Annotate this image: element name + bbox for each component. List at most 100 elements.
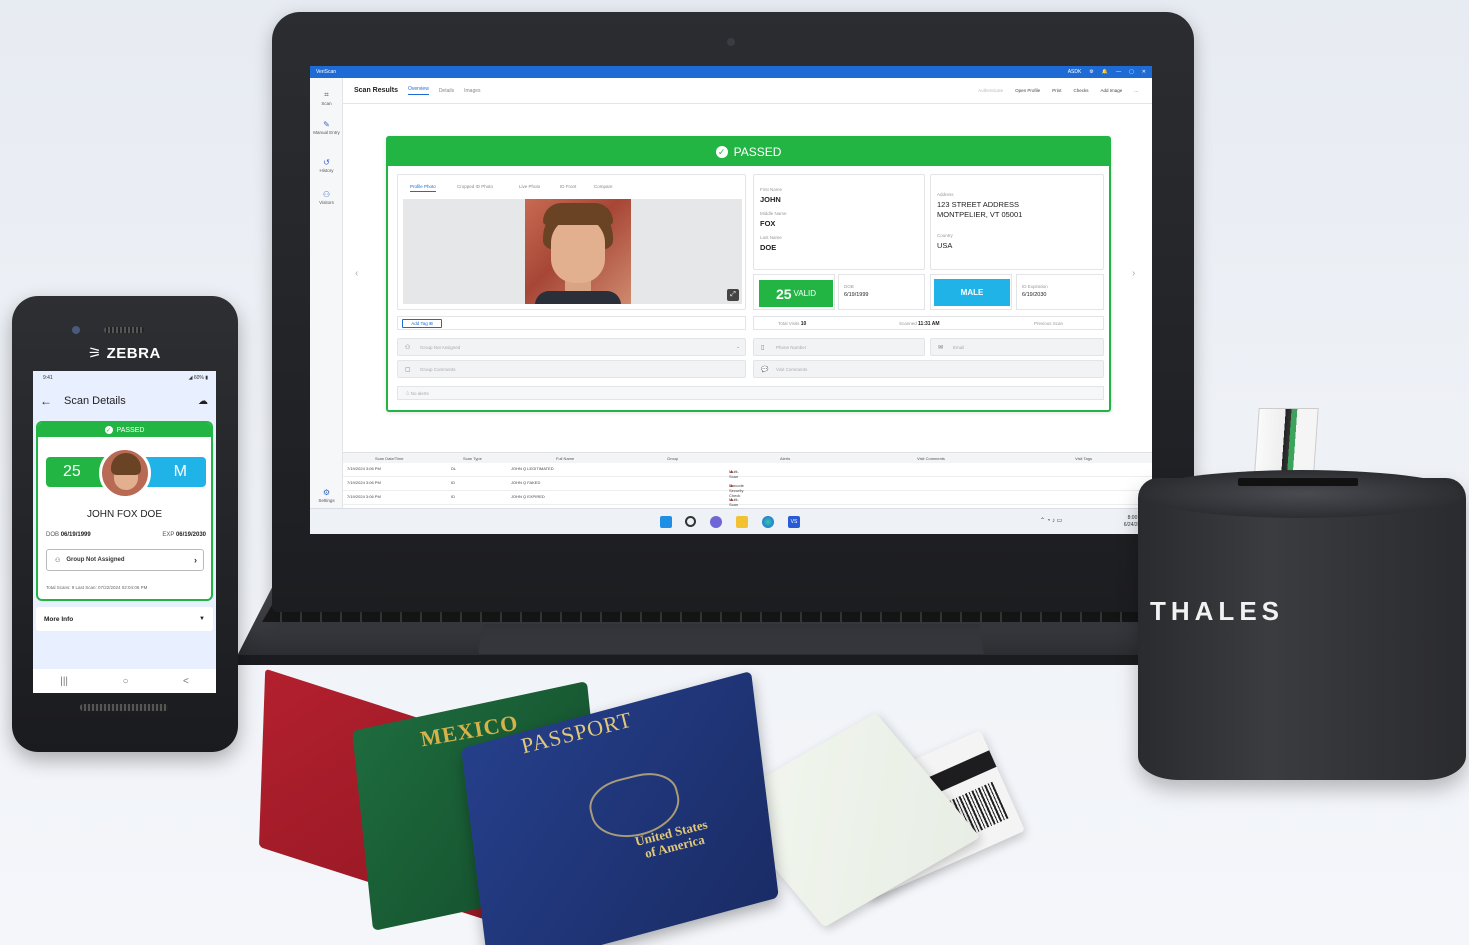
tab-compare[interactable]: Compare	[594, 184, 613, 189]
column-header[interactable]: Alerts	[780, 456, 790, 461]
age-status: VALID	[793, 289, 817, 298]
search-icon[interactable]	[685, 516, 696, 527]
last-name-value: DOE	[760, 243, 777, 252]
sex-box: MALE	[930, 274, 1012, 310]
tab-cropped-id-photo[interactable]: Cropped ID Photo	[457, 184, 493, 189]
more-info-dropdown[interactable]: More Info ▼	[36, 607, 213, 631]
webcam	[727, 38, 735, 46]
column-header[interactable]: Visit Tags	[1075, 456, 1092, 461]
table-row[interactable]: 7/19/2024 3:06 PM ID JOHN Q EXPIRED ▲ Mu…	[343, 491, 1152, 507]
history-icon: ↺	[323, 158, 330, 167]
add-tag-button[interactable]: Add Tag ⊞	[402, 319, 442, 328]
column-header[interactable]: Full Name	[556, 456, 574, 461]
tab-overview[interactable]: Overview	[407, 86, 429, 95]
next-scan-arrow[interactable]: ›	[1132, 268, 1135, 279]
cloud-upload-icon[interactable]: ☁	[198, 396, 208, 407]
last-name-label: Last Name	[760, 235, 782, 240]
phone-group-button[interactable]: ⚇ Group Not Assigned ›	[46, 549, 204, 571]
authenticate-button[interactable]: Authenticate	[978, 88, 1003, 93]
visit-comments-placeholder: Visit Comments	[776, 366, 808, 372]
zebra-logo-icon: ⚞	[88, 345, 102, 362]
phone-status-bar: 9:41 ◢ 60% ▮	[33, 371, 216, 385]
prev-scan-arrow[interactable]: ‹	[355, 268, 358, 279]
phone-sex-badge: M	[144, 457, 206, 487]
phone-page-title: Scan Details	[64, 395, 126, 407]
phone-group-label: Group Not Assigned	[66, 557, 125, 563]
exp-label: EXP	[162, 532, 175, 538]
zebra-logo: ⚞ ZEBRA	[88, 344, 161, 362]
tab-images[interactable]: Images	[464, 88, 480, 94]
close-button[interactable]: ✕	[1142, 69, 1146, 75]
veriscan-app-icon[interactable]: VS	[788, 516, 800, 528]
settings-icon[interactable]: ⚙	[1089, 69, 1093, 75]
chevron-down-icon: ▼	[199, 616, 205, 622]
system-tray-icons[interactable]: ⌃ ◔ ♪ ▭	[1040, 517, 1062, 524]
visitors-icon: ⚇	[322, 190, 331, 199]
visit-comments-input[interactable]: 💬 Visit Comments	[753, 360, 1104, 378]
chat-icon[interactable]	[710, 516, 722, 528]
email-input[interactable]: ✉ Email	[930, 338, 1104, 356]
rail-item-scan[interactable]: ⌗ Scan	[310, 90, 343, 106]
rail-item-settings[interactable]: ⚙ Settings	[310, 488, 343, 503]
group-comments-placeholder: Group Comments	[420, 366, 456, 372]
open-profile-button[interactable]: Open Profile	[1015, 88, 1040, 93]
comment-icon: ▢	[405, 366, 411, 373]
tab-details[interactable]: Details	[439, 88, 454, 94]
tab-id-front[interactable]: ID Front	[560, 184, 576, 189]
dob-label: DOB	[46, 532, 60, 538]
phone-speaker	[104, 327, 144, 333]
laptop-touchpad	[478, 624, 984, 654]
profile-photo	[525, 199, 631, 304]
column-header[interactable]: Group	[667, 456, 678, 461]
rail-item-history[interactable]: ↺ History	[310, 158, 343, 173]
phone-number-input[interactable]: ▯ Phone Number	[753, 338, 925, 356]
edge-browser-icon[interactable]	[762, 516, 774, 528]
rail-item-label: Manual Entry	[313, 130, 340, 135]
rail-item-label: Scan	[321, 101, 332, 106]
home-button[interactable]: ○	[122, 676, 128, 687]
checks-button[interactable]: Checks	[1073, 88, 1088, 93]
scanned-time: Scanned 11:31 AM	[899, 321, 940, 327]
cell-date: 7/19/2024 3:06 PM	[347, 494, 381, 499]
rail-item-manual-entry[interactable]: ✎ Manual Entry	[310, 120, 343, 135]
recents-button[interactable]: |||	[60, 676, 68, 687]
maximize-button[interactable]: ▢	[1129, 69, 1134, 75]
notification-icon[interactable]: 🔔	[1102, 69, 1108, 75]
status-banner: ✓ PASSED	[388, 138, 1109, 166]
column-header[interactable]: Scan Type	[463, 456, 482, 461]
android-nav-bar: ||| ○ <	[33, 669, 216, 693]
tab-profile-photo[interactable]: Profile Photo	[410, 184, 436, 192]
cell-name: JOHN Q EXPIRED	[511, 494, 545, 499]
expand-icon[interactable]: ⤢	[727, 289, 739, 301]
windows-start-icon[interactable]	[660, 516, 672, 528]
zebra-brand-text: ZEBRA	[106, 345, 161, 362]
column-header[interactable]: Visit Comments	[917, 456, 945, 461]
table-row[interactable]: 7/19/2024 3:06 PM ID JOHN Q FAKED ▲ Barc…	[343, 477, 1152, 498]
address-label: Address	[937, 192, 954, 197]
column-header[interactable]: Scan Date/Time	[375, 456, 404, 461]
tab-live-photo[interactable]: Live Photo	[519, 184, 540, 189]
cell-name: JOHN Q FAKED	[511, 480, 541, 485]
windows-taskbar: VS ⌃ ◔ ♪ ▭ 8:00 AM 6/24/2024	[310, 508, 1152, 534]
minimize-button[interactable]: —	[1116, 69, 1121, 75]
check-circle-icon: ✓	[715, 146, 728, 158]
scan-result-card: ✓ PASSED Profile Photo Cropped ID Photo …	[386, 136, 1111, 412]
rail-item-visitors[interactable]: ⚇ Visitors	[310, 190, 343, 205]
page-title: Scan Results	[354, 87, 398, 94]
group-select[interactable]: ⚇ Group Not Assigned ⌄	[397, 338, 746, 356]
back-button[interactable]: <	[183, 676, 189, 687]
back-arrow-icon[interactable]: ←	[40, 394, 52, 408]
print-button[interactable]: Print	[1052, 88, 1061, 93]
file-explorer-icon[interactable]	[736, 516, 748, 528]
laptop-screen: VeriScan ASDK ⚙ 🔔 — ▢ ✕ ⌗ Scan ✎ Manual …	[310, 66, 1152, 534]
group-comments-input[interactable]: ▢ Group Comments	[397, 360, 746, 378]
more-button[interactable]: ...	[1134, 88, 1138, 93]
cell-alert: Multi-Scan	[729, 497, 739, 507]
table-row[interactable]: 7/19/2024 3:06 PM DL JOHN Q LEGITIMATED …	[343, 463, 1152, 479]
titlebar-user[interactable]: ASDK	[1068, 69, 1082, 75]
first-name-value: JOHN	[760, 195, 781, 204]
add-image-button[interactable]: Add Image	[1100, 88, 1122, 93]
cell-date: 7/19/2024 3:06 PM	[347, 466, 381, 471]
dob-value: 6/19/1999	[844, 292, 869, 298]
previous-scan-label: Previous Scan	[1034, 321, 1064, 326]
